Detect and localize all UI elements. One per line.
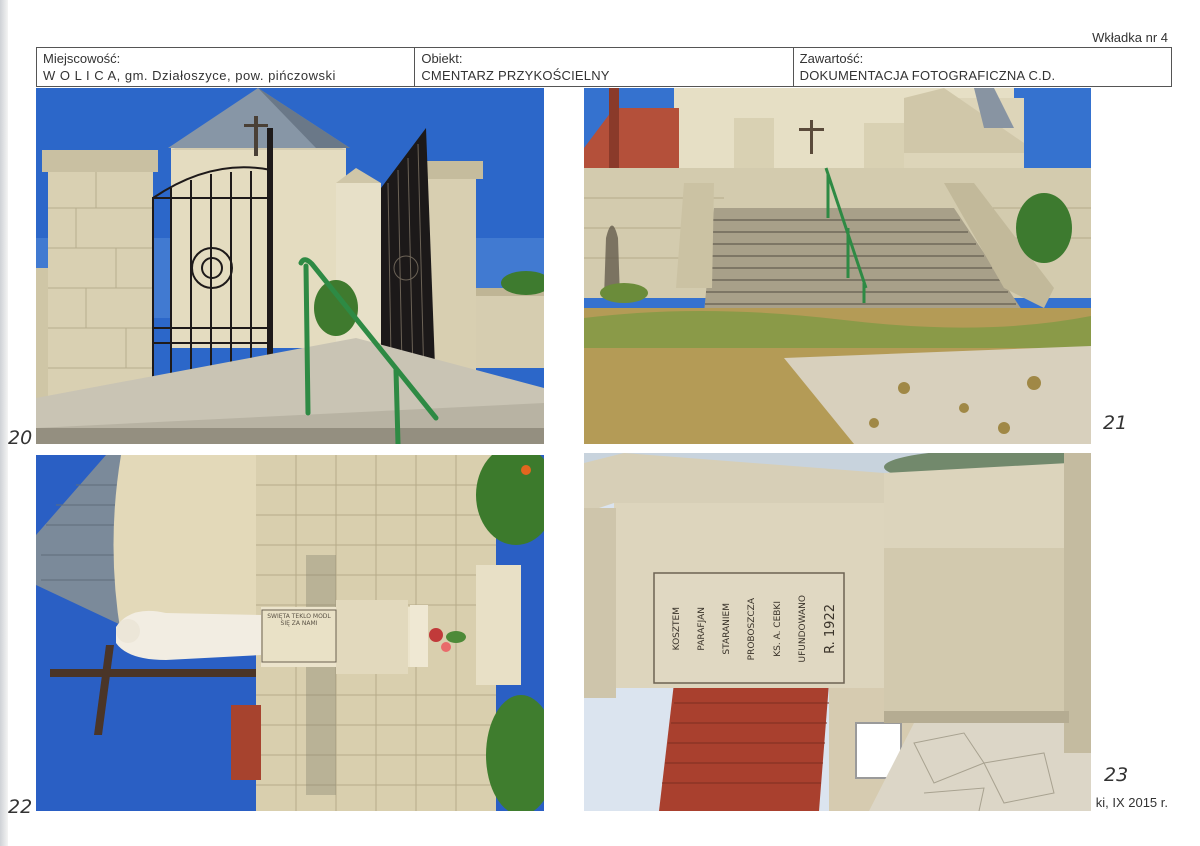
photo-20-cemetery-gate [36,88,544,444]
footer-date: ki, IX 2015 r. [1095,795,1168,810]
inscription-line: UFUNDOWANO [797,595,808,663]
header-object: Obiekt: CMENTARZ PRZYKOŚCIELNY [415,48,794,86]
inscription-line: KS. A. CEBKI [772,601,783,657]
photo-23-inscription: KOSZTEM PARAFJAN STARANIEM PROBOSZCZA KS… [672,579,838,679]
inscription-line: R. 1922 [822,604,838,654]
photo-22-plaque-text: ŚWIĘTA TEKLO MÓDL SIĘ ZA NAMI [267,613,331,627]
scan-edge [0,0,8,846]
photo-21-church-stairs [584,88,1091,444]
object-label: Obiekt: [421,51,463,66]
object-value: CMENTARZ PRZYKOŚCIELNY [421,68,610,83]
inscription-line: KOSZTEM [672,607,682,651]
inscription-line: STARANIEM [722,603,733,655]
location-value: W O L I C A, gm. Działoszyce, pow. pińcz… [43,68,336,83]
photo-number-21: 21 [1103,412,1128,434]
photo-number-22: 22 [8,796,33,818]
photo-23-inscription-pedestal: KOSZTEM PARAFJAN STARANIEM PROBOSZCZA KS… [584,453,1091,811]
header-table: Miejscowość: W O L I C A, gm. Działoszyc… [36,47,1172,87]
content-value: DOKUMENTACJA FOTOGRAFICZNA C.D. [799,68,1056,83]
photo-number-20: 20 [8,427,33,449]
inscription-line: PARAFJAN [697,607,708,651]
header-content: Zawartość: DOKUMENTACJA FOTOGRAFICZNA C.… [794,48,1171,86]
location-label: Miejscowość: [43,51,121,66]
photo-22-saint-statue: ŚWIĘTA TEKLO MÓDL SIĘ ZA NAMI [36,455,544,811]
photo-number-23: 23 [1104,764,1129,786]
header-location: Miejscowość: W O L I C A, gm. Działoszyc… [37,48,416,86]
inscription-line: PROBOSZCZA [747,597,758,661]
content-label: Zawartość: [799,51,864,66]
photo-21-image [584,88,1091,444]
photo-20-image [36,88,544,444]
insert-label: Wkładka nr 4 [1092,30,1168,45]
